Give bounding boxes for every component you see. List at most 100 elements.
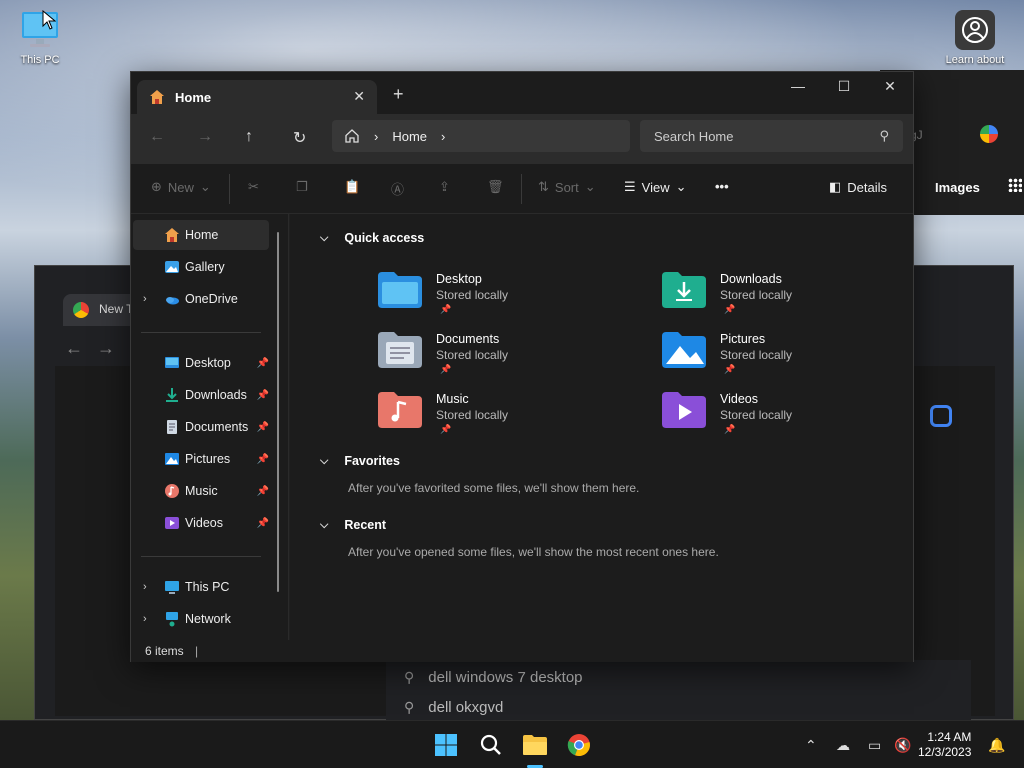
suggestion-row[interactable]: ⚲ dell okxgvd [386, 690, 971, 720]
quick-access-item-pictures[interactable]: Pictures Stored locally 📌 [662, 326, 902, 382]
network-status-icon[interactable]: ▭ [868, 737, 881, 754]
item-status: Stored locally [436, 408, 509, 422]
quick-access-header[interactable]: ⌵ Quick access [320, 231, 424, 245]
file-explorer-window[interactable]: Home ✕ + — ☐ ✕ ← → ↑ ↻ › Home › Search H… [130, 71, 914, 662]
quick-access-item-downloads[interactable]: Downloads Stored locally 📌 [662, 266, 902, 322]
sidebar-item-videos[interactable]: Videos 📌 [133, 508, 269, 538]
sidebar-item-onedrive[interactable]: › OneDrive [133, 284, 269, 314]
sidebar-item-label: Gallery [185, 260, 225, 274]
recent-header[interactable]: ⌵ Recent [320, 518, 386, 532]
gallery-icon [165, 261, 179, 273]
chevron-right-icon[interactable]: › [441, 129, 445, 144]
sidebar-item-documents[interactable]: Documents 📌 [133, 412, 269, 442]
google-lens-icon[interactable] [930, 405, 952, 427]
sidebar-scrollbar[interactable] [277, 232, 279, 592]
clock-time: 1:24 AM [927, 730, 972, 744]
quick-access-item-music[interactable]: Music Stored locally 📌 [378, 386, 618, 442]
chevron-right-icon[interactable]: › [143, 293, 147, 305]
google-icon[interactable] [980, 125, 998, 143]
tab-title: Home [175, 89, 212, 105]
chevron-right-icon: › [374, 128, 379, 144]
onedrive-offline-icon[interactable]: ☁ [836, 737, 850, 754]
sort-button[interactable]: ⇅ Sort ⌄ [538, 179, 596, 195]
clock-date: 12/3/2023 [918, 745, 972, 759]
start-icon[interactable] [432, 731, 460, 759]
sidebar-item-pictures[interactable]: Pictures 📌 [133, 444, 269, 474]
cut-icon[interactable]: ✂ [248, 179, 259, 195]
show-hidden-icons-chevron-icon[interactable]: ⌃ [805, 737, 817, 754]
rename-icon[interactable]: Ⓐ [391, 179, 404, 198]
sidebar-item-network[interactable]: › Network [133, 604, 269, 634]
pin-icon[interactable]: 📌 [257, 390, 269, 401]
pin-icon[interactable]: 📌 [257, 454, 269, 465]
desktop-learn-about[interactable]: Learn about [940, 10, 1010, 66]
sidebar-item-gallery[interactable]: Gallery [133, 252, 269, 282]
new-button[interactable]: ⊕ New ⌄ [151, 179, 211, 195]
search-placeholder: Search Home [654, 128, 734, 144]
chevron-right-icon[interactable]: › [143, 613, 147, 625]
music-folder-icon [378, 392, 422, 428]
sidebar-item-music[interactable]: Music 📌 [133, 476, 269, 506]
sidebar-item-this-pc[interactable]: › This PC [133, 572, 269, 602]
browser-nav[interactable]: ←→ [65, 338, 129, 359]
up-button[interactable]: ↑ [245, 128, 253, 146]
videos-icon [165, 517, 179, 529]
images-tab[interactable]: Images [935, 180, 980, 195]
learn-about-icon [955, 10, 995, 50]
share-icon[interactable]: ⇪ [439, 179, 450, 195]
forward-button[interactable]: → [197, 128, 213, 146]
title-bar[interactable]: Home ✕ + — ☐ ✕ [131, 72, 913, 114]
new-label: New [167, 179, 194, 195]
more-options-button[interactable]: ••• [715, 179, 729, 194]
view-label: View [641, 179, 670, 195]
volume-muted-icon[interactable]: 🔇 [894, 737, 911, 754]
pin-icon[interactable]: 📌 [257, 486, 269, 497]
search-icon: ⚲ [404, 698, 415, 715]
sidebar-divider [141, 556, 261, 557]
back-button[interactable]: ← [149, 128, 165, 146]
new-tab-button[interactable]: + [393, 84, 404, 105]
quick-access-item-desktop[interactable]: Desktop Stored locally 📌 [378, 266, 618, 322]
pin-icon[interactable]: 📌 [257, 358, 269, 369]
sidebar-item-label: Documents [185, 420, 249, 434]
sidebar-item-label: OneDrive [185, 292, 238, 306]
copy-icon[interactable]: ❐ [296, 179, 308, 195]
details-button[interactable]: ◧ Details [829, 179, 887, 195]
refresh-button[interactable]: ↻ [293, 128, 306, 148]
suggestion-row[interactable]: ⚲ dell windows 7 desktop [386, 660, 971, 690]
paste-icon[interactable]: 📋 [344, 179, 360, 195]
section-title: Recent [344, 518, 387, 532]
quick-access-item-documents[interactable]: Documents Stored locally 📌 [378, 326, 618, 382]
notification-bell-icon[interactable]: 🔔 [988, 737, 1005, 754]
file-explorer-icon[interactable] [521, 731, 549, 759]
sidebar-item-home[interactable]: Home [133, 220, 269, 250]
close-window-button[interactable]: ✕ [867, 72, 913, 100]
breadcrumb[interactable]: › Home › [332, 120, 630, 152]
breadcrumb-item[interactable]: Home [392, 129, 427, 144]
item-name: Documents [436, 332, 500, 346]
quick-access-item-videos[interactable]: Videos Stored locally 📌 [662, 386, 902, 442]
maximize-button[interactable]: ☐ [821, 72, 867, 100]
pin-icon[interactable]: 📌 [257, 422, 269, 433]
clock[interactable]: 1:24 AM 12/3/2023 [918, 730, 971, 760]
delete-icon[interactable]: 🗑 [487, 179, 504, 195]
chevron-right-icon[interactable]: › [143, 581, 147, 593]
home-icon [165, 228, 179, 242]
status-divider: | [195, 644, 199, 658]
sidebar-item-desktop[interactable]: Desktop 📌 [133, 348, 269, 378]
chrome-icon[interactable] [565, 731, 593, 759]
this-pc-icon [165, 581, 179, 594]
home-outline-icon [345, 129, 359, 143]
search-input[interactable]: Search Home ⚲ [640, 120, 903, 152]
search-icon[interactable] [477, 731, 505, 759]
close-tab-icon[interactable]: ✕ [353, 88, 365, 105]
sidebar-item-downloads[interactable]: Downloads 📌 [133, 380, 269, 410]
minimize-button[interactable]: — [775, 72, 821, 100]
sidebar-item-label: Music [185, 484, 218, 498]
view-button[interactable]: ☰ View ⌄ [624, 179, 687, 195]
tab-home[interactable]: Home ✕ [137, 80, 377, 114]
desktop-this-pc[interactable]: This PC [12, 10, 68, 66]
apps-grid-icon[interactable] [1008, 178, 1022, 192]
pin-icon[interactable]: 📌 [257, 518, 269, 529]
favorites-header[interactable]: ⌵ Favorites [320, 454, 400, 468]
